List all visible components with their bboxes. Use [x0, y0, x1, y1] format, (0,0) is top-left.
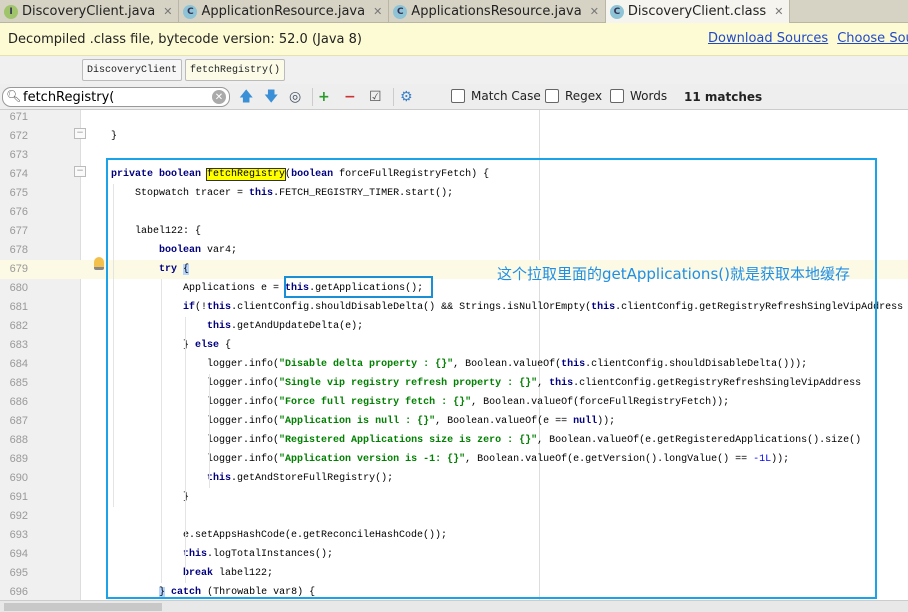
class-icon: C [393, 4, 408, 19]
fold-icon[interactable]: − [74, 128, 86, 139]
checkbox-icon [545, 89, 559, 103]
fold-icon[interactable]: − [74, 166, 86, 177]
line-number: 695 [9, 567, 28, 579]
scrollbar-thumb[interactable] [4, 603, 162, 611]
line-number: 689 [9, 453, 28, 465]
line-number: 671 [9, 111, 28, 123]
tab-label: ApplicationResource.java [201, 4, 366, 19]
previous-occurrence-icon[interactable]: 🡅 [239, 88, 253, 106]
line-number: 680 [9, 282, 28, 294]
lightbulb-icon[interactable] [94, 257, 104, 270]
code-text: } [87, 127, 117, 146]
add-occurrence-icon[interactable]: + [318, 88, 330, 106]
line-number: 691 [9, 491, 28, 503]
method-annotation-box [106, 158, 877, 599]
banner-text: Decompiled .class file, bytecode version… [8, 31, 362, 47]
line-number: 685 [9, 377, 28, 389]
annotation-text: 这个拉取里面的getApplications()就是获取本地缓存 [497, 265, 850, 283]
line-number: 677 [9, 225, 28, 237]
line-number: 681 [9, 301, 28, 313]
get-applications-annotation-box [284, 276, 433, 298]
search-icon[interactable]: 🔍︎ [6, 89, 21, 103]
line-number: 683 [9, 339, 28, 351]
checkbox-icon [451, 89, 465, 103]
code-line: 672 } [0, 127, 908, 146]
tab-label: ApplicationsResource.java [411, 4, 582, 19]
line-number: 688 [9, 434, 28, 446]
class-icon: C [183, 4, 198, 19]
line-number: 687 [9, 415, 28, 427]
match-count: 11 matches [684, 90, 763, 104]
line-number: 676 [9, 206, 28, 218]
find-all-icon[interactable]: ◎ [289, 88, 301, 106]
line-number: 690 [9, 472, 28, 484]
line-number: 692 [9, 510, 28, 522]
regex-label: Regex [565, 89, 603, 103]
line-number: 684 [9, 358, 28, 370]
editor-tabs: I DiscoveryClient.java ✕ C ApplicationResour… [0, 0, 908, 23]
divider [393, 88, 394, 106]
words-checkbox[interactable]: Words [610, 89, 667, 103]
breadcrumb-method[interactable]: fetchRegistry() [185, 59, 286, 81]
regex-checkbox[interactable]: Regex [545, 89, 602, 103]
tab-discoveryclient-java[interactable]: I DiscoveryClient.java ✕ [0, 0, 180, 23]
match-case-label: Match Case [471, 89, 541, 103]
breadcrumb: DiscoveryClient fetchRegistry() [0, 56, 908, 84]
remove-occurrence-icon[interactable]: − [344, 88, 356, 106]
tab-label: DiscoveryClient.class [627, 4, 767, 19]
horizontal-scrollbar[interactable] [0, 600, 908, 612]
line-number: 672 [9, 130, 28, 142]
line-number: 686 [9, 396, 28, 408]
tab-discoveryclient-class[interactable]: C DiscoveryClient.class ✕ [605, 0, 791, 23]
search-value: fetchRegistry( [23, 89, 115, 105]
tab-applicationsresource-java[interactable]: C ApplicationsResource.java ✕ [389, 0, 606, 23]
divider [312, 88, 313, 106]
close-icon[interactable]: ✕ [163, 5, 172, 18]
line-number: 679 [9, 263, 28, 275]
choose-sources-link[interactable]: Choose Sourc [837, 31, 908, 46]
class-icon: C [609, 4, 624, 19]
words-label: Words [630, 89, 668, 103]
line-number: 674 [9, 168, 28, 180]
tab-applicationresource-java[interactable]: C ApplicationResource.java ✕ [179, 0, 390, 23]
breadcrumb-class[interactable]: DiscoveryClient [82, 59, 183, 81]
clear-icon[interactable]: ✕ [212, 90, 226, 104]
interface-icon: I [4, 4, 18, 19]
download-sources-link[interactable]: Download Sources [708, 31, 828, 46]
line-number: 678 [9, 244, 28, 256]
line-number: 673 [9, 149, 28, 161]
line-number: 694 [9, 548, 28, 560]
close-icon[interactable]: ✕ [373, 5, 382, 18]
select-all-occurrences-icon[interactable]: ☑ [369, 88, 382, 106]
line-number: 675 [9, 187, 28, 199]
code-line: 671 [0, 110, 908, 127]
checkbox-icon [610, 89, 624, 103]
decompiled-banner: Decompiled .class file, bytecode version… [0, 23, 908, 56]
tab-label: DiscoveryClient.java [22, 4, 156, 19]
code-token: } [111, 131, 118, 142]
close-icon[interactable]: ✕ [774, 5, 783, 18]
line-number: 682 [9, 320, 28, 332]
close-icon[interactable]: ✕ [590, 5, 599, 18]
line-number: 693 [9, 529, 28, 541]
settings-gear-icon[interactable]: ⚙ [400, 88, 413, 106]
next-occurrence-icon[interactable]: 🡇 [264, 88, 278, 106]
match-case-checkbox[interactable]: Match Case [451, 89, 541, 103]
search-input[interactable]: 🔍︎ fetchRegistry( ✕ [2, 87, 230, 107]
